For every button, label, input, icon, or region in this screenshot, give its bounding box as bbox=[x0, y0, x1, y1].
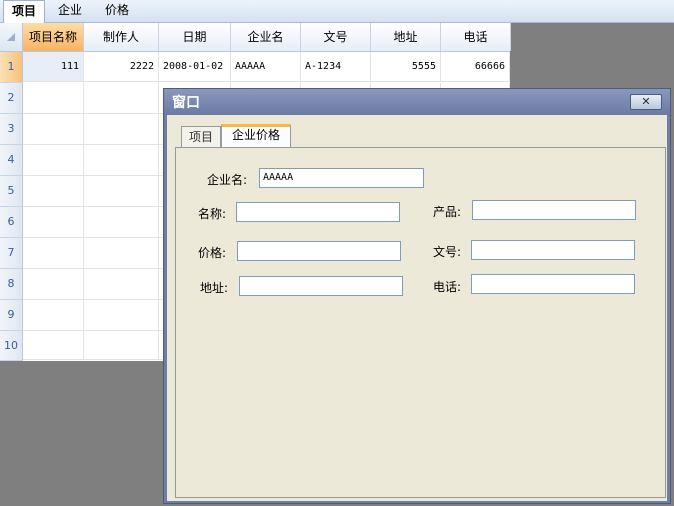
menu-item-company[interactable]: 企业 bbox=[50, 0, 90, 21]
price-label: 价格: bbox=[198, 246, 227, 260]
row-header[interactable]: 2 bbox=[0, 83, 23, 114]
dialog-client: 项目 企业价格 企业名: AAAAA 名称: 产品: 价格: 文号: 地址: 电… bbox=[167, 115, 667, 501]
grid-cell[interactable] bbox=[23, 269, 84, 300]
menu-item-project[interactable]: 项目 bbox=[3, 0, 45, 23]
grid-cell[interactable] bbox=[84, 269, 159, 300]
dialog-window: 窗口 ✕ 项目 企业价格 企业名: AAAAA 名称: 产品: 价格: 文号: … bbox=[163, 88, 671, 504]
grid-header-row: 项目名称 制作人 日期 企业名 文号 地址 电话 bbox=[0, 23, 511, 52]
row-header[interactable]: 6 bbox=[0, 207, 23, 238]
grid-cell[interactable] bbox=[84, 238, 159, 269]
column-header[interactable]: 制作人 bbox=[84, 23, 159, 51]
row-header[interactable]: 10 bbox=[0, 331, 23, 361]
price-field[interactable] bbox=[237, 241, 401, 261]
close-icon: ✕ bbox=[641, 95, 651, 108]
column-header[interactable]: 电话 bbox=[441, 23, 511, 51]
tab-project[interactable]: 项目 bbox=[181, 126, 221, 148]
row-header[interactable]: 3 bbox=[0, 114, 23, 145]
dialog-title: 窗口 bbox=[172, 95, 200, 111]
corner-triangle-icon bbox=[7, 33, 15, 41]
grid-cell[interactable]: 66666 bbox=[441, 52, 510, 82]
docno-field[interactable] bbox=[471, 240, 635, 260]
grid-cell[interactable]: AAAAA bbox=[231, 52, 301, 82]
row-header[interactable]: 4 bbox=[0, 145, 23, 176]
grid-cell[interactable] bbox=[23, 83, 84, 114]
address-label: 地址: bbox=[200, 281, 229, 295]
name-label: 名称: bbox=[198, 207, 227, 221]
row-header[interactable]: 5 bbox=[0, 176, 23, 207]
grid-cell[interactable]: 2222 bbox=[84, 52, 159, 82]
row-header[interactable]: 1 bbox=[0, 52, 23, 83]
grid-cell[interactable] bbox=[84, 207, 159, 238]
column-header[interactable]: 日期 bbox=[159, 23, 231, 51]
row-header[interactable]: 9 bbox=[0, 300, 23, 331]
grid-cell[interactable] bbox=[84, 83, 159, 114]
column-header[interactable]: 地址 bbox=[371, 23, 441, 51]
grid-cell[interactable]: 5555 bbox=[371, 52, 441, 82]
grid-cell[interactable] bbox=[23, 145, 84, 176]
select-all-corner[interactable] bbox=[0, 23, 23, 51]
phone-field[interactable] bbox=[471, 274, 635, 294]
column-header[interactable]: 项目名称 bbox=[23, 23, 84, 51]
grid-cell[interactable] bbox=[23, 300, 84, 331]
row-header[interactable]: 7 bbox=[0, 238, 23, 269]
grid-cell[interactable] bbox=[23, 238, 84, 269]
grid-cell[interactable]: A-1234 bbox=[301, 52, 371, 82]
address-field[interactable] bbox=[239, 276, 403, 296]
grid-cell[interactable] bbox=[84, 145, 159, 176]
row-header[interactable]: 8 bbox=[0, 269, 23, 300]
dialog-titlebar[interactable]: 窗口 ✕ bbox=[164, 89, 670, 115]
menu-item-price[interactable]: 价格 bbox=[97, 0, 137, 21]
tab-panel: 企业名: AAAAA 名称: 产品: 价格: 文号: 地址: 电话: bbox=[175, 147, 666, 498]
company-field[interactable]: AAAAA bbox=[259, 168, 424, 188]
grid-cell[interactable]: 2008-01-02 bbox=[159, 52, 231, 82]
tab-company-price[interactable]: 企业价格 bbox=[221, 124, 291, 148]
docno-label: 文号: bbox=[433, 245, 462, 259]
product-field[interactable] bbox=[472, 200, 636, 220]
company-label: 企业名: bbox=[207, 173, 248, 187]
grid-cell[interactable] bbox=[23, 331, 84, 360]
phone-label: 电话: bbox=[433, 280, 462, 294]
grid-cell[interactable] bbox=[23, 176, 84, 207]
grid-cell[interactable] bbox=[23, 207, 84, 238]
name-field[interactable] bbox=[236, 202, 400, 222]
grid-cell[interactable] bbox=[84, 176, 159, 207]
column-header[interactable]: 企业名 bbox=[231, 23, 301, 51]
grid-cell[interactable]: 111 bbox=[23, 52, 84, 82]
column-header[interactable]: 文号 bbox=[301, 23, 371, 51]
grid-cell[interactable] bbox=[84, 331, 159, 360]
menu-bar: 项目 企业 价格 bbox=[0, 0, 674, 23]
close-button[interactable]: ✕ bbox=[630, 94, 662, 110]
product-label: 产品: bbox=[433, 205, 462, 219]
grid-cell[interactable] bbox=[23, 114, 84, 145]
grid-cell[interactable] bbox=[84, 300, 159, 331]
grid-cell[interactable] bbox=[84, 114, 159, 145]
